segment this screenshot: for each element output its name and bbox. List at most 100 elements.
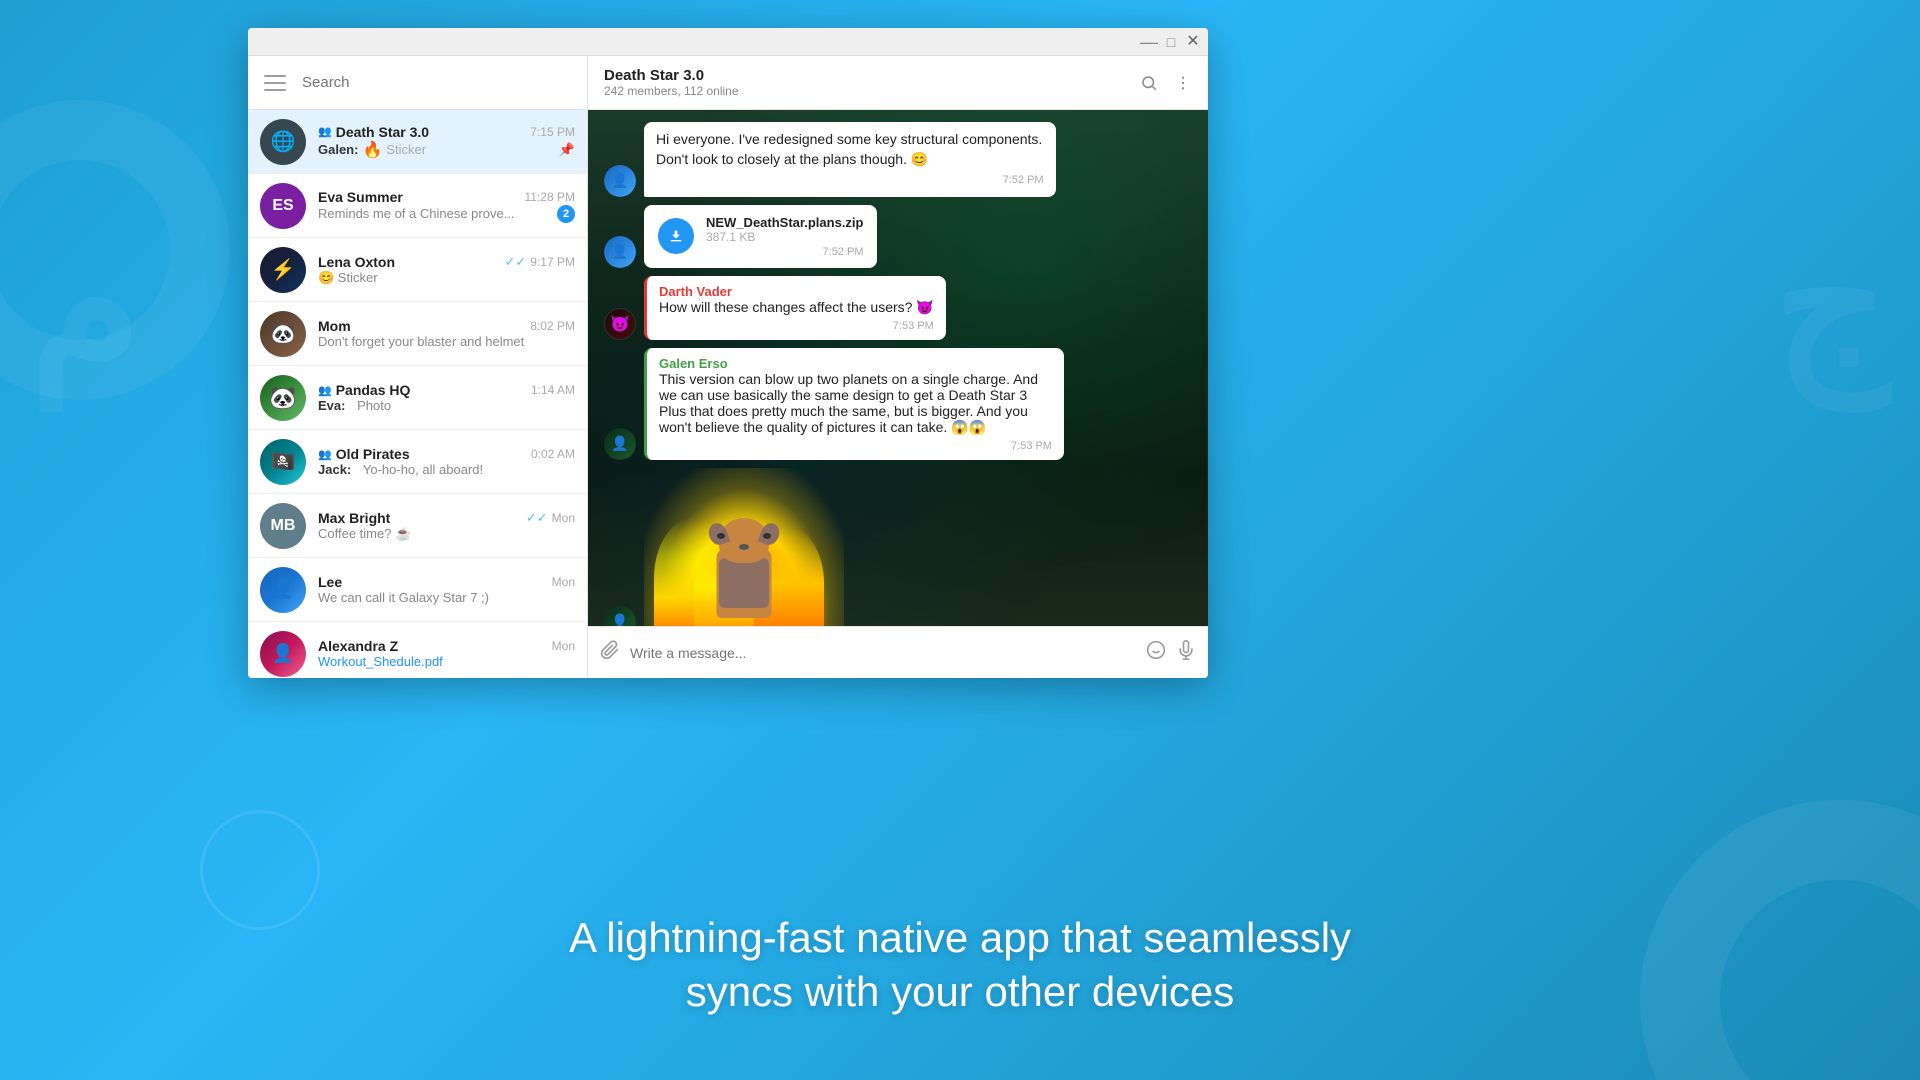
chat-item-alexandra-z[interactable]: 👤 Alexandra Z Mon Workout_Shedule.pdf xyxy=(248,622,587,678)
chat-name-lena-oxton: Lena Oxton xyxy=(318,254,395,270)
msg-row-galen: 👤 Galen Erso This version can blow up tw… xyxy=(604,348,1064,460)
chat-header-info: Death Star 3.0 242 members, 112 online xyxy=(604,67,739,98)
chat-name-mom: Mom xyxy=(318,318,351,334)
vader-text: How will these changes affect the users?… xyxy=(659,299,934,316)
chat-info-eva-summer: Eva Summer 11:28 PM Reminds me of a Chin… xyxy=(318,189,575,223)
msg-avatar-sticker: 👤 xyxy=(604,606,636,626)
chat-info-alexandra-z: Alexandra Z Mon Workout_Shedule.pdf xyxy=(318,638,575,669)
chat-item-death-star[interactable]: 🌐 👥 Death Star 3.0 7:15 PM Gal xyxy=(248,110,587,174)
chat-preview-mom: Don't forget your blaster and helmet xyxy=(318,334,575,349)
msg-bubble-1: Hi everyone. I've redesigned some key st… xyxy=(644,122,1056,197)
galen-time: 7:53 PM xyxy=(659,440,1052,452)
chat-time-death-star: 7:15 PM xyxy=(530,125,575,139)
sticker-area xyxy=(644,468,844,626)
chat-name-pandas-hq: 👥 Pandas HQ xyxy=(318,382,410,398)
msg-row-1: 👤 Hi everyone. I've redesigned some key … xyxy=(604,122,1192,197)
chat-header: Death Star 3.0 242 members, 112 online xyxy=(588,56,1208,110)
file-bubble: NEW_DeathStar.plans.zip 387.1 KB 7:52 PM xyxy=(644,205,877,268)
chat-time-max-bright: Mon xyxy=(552,511,575,525)
chat-members: 242 members, 112 online xyxy=(604,84,739,98)
vader-time: 7:53 PM xyxy=(659,320,934,332)
emoji-button[interactable] xyxy=(1146,640,1166,666)
msg-row-vader: 😈 Darth Vader How will these changes aff… xyxy=(604,276,946,340)
search-button[interactable] xyxy=(1140,74,1158,92)
attach-button[interactable] xyxy=(600,640,620,666)
chat-name-old-pirates: 👥 Old Pirates xyxy=(318,446,410,462)
msg-row-2: 👤 NEW_DeathStar.plans.zip 387.1 KB 7:52 … xyxy=(604,205,877,268)
chat-preview-lee: We can call it Galaxy Star 7 ;) xyxy=(318,590,575,605)
chat-name-alexandra-z: Alexandra Z xyxy=(318,638,398,654)
avatar-pandas-hq: 🐼 xyxy=(260,375,306,421)
file-size: 387.1 KB xyxy=(706,230,863,244)
menu-line-3 xyxy=(264,89,286,91)
chat-item-old-pirates[interactable]: 🏴‍☠️ 👥 Old Pirates 0:02 AM Jack: Yo-ho-h… xyxy=(248,430,587,494)
chat-info-pandas-hq: 👥 Pandas HQ 1:14 AM Eva: Photo xyxy=(318,382,575,413)
chat-preview-old-pirates: Jack: Yo-ho-ho, all aboard! xyxy=(318,462,575,477)
msg-time-1: 7:52 PM xyxy=(656,173,1044,188)
galen-name: Galen Erso xyxy=(659,356,1052,371)
chat-item-max-bright[interactable]: MB Max Bright ✓✓ Mon Coffee time? ☕ xyxy=(248,494,587,558)
msg-avatar-1: 👤 xyxy=(604,165,636,197)
avatar-mom: 🐼 xyxy=(260,311,306,357)
chat-area: Death Star 3.0 242 members, 112 online xyxy=(588,56,1208,678)
double-check-max: ✓✓ xyxy=(526,510,548,526)
avatar-death-star: 🌐 xyxy=(260,119,306,165)
galen-bubble: Galen Erso This version can blow up two … xyxy=(644,348,1064,460)
menu-line-1 xyxy=(264,75,286,77)
vader-name: Darth Vader xyxy=(659,284,934,299)
file-name: NEW_DeathStar.plans.zip xyxy=(706,215,863,230)
tagline-text: A lightning-fast native app that seamles… xyxy=(0,911,1920,1020)
double-check-lena: ✓✓ xyxy=(505,254,527,270)
chat-time-lee: Mon xyxy=(552,575,575,589)
chat-time-old-pirates: 0:02 AM xyxy=(531,447,575,461)
tagline: A lightning-fast native app that seamles… xyxy=(0,911,1920,1020)
msg-avatar-vader: 😈 xyxy=(604,308,636,340)
chat-name-death-star: 👥 Death Star 3.0 xyxy=(318,124,429,140)
msg-avatar-galen: 👤 xyxy=(604,428,636,460)
msg-row-sticker: 👤 xyxy=(604,468,844,626)
chat-item-eva-summer[interactable]: ES Eva Summer 11:28 PM Reminds me of a C… xyxy=(248,174,587,238)
chat-item-lena-oxton[interactable]: ⚡ Lena Oxton ✓✓ 9:17 PM 😊 Sticker xyxy=(248,238,587,302)
vader-bubble: Darth Vader How will these changes affec… xyxy=(644,276,946,340)
more-button[interactable] xyxy=(1174,74,1192,92)
chat-name-eva-summer: Eva Summer xyxy=(318,189,403,205)
menu-button[interactable] xyxy=(260,67,292,99)
chat-info-lena-oxton: Lena Oxton ✓✓ 9:17 PM 😊 Sticker xyxy=(318,254,575,286)
chat-list: 🌐 👥 Death Star 3.0 7:15 PM Gal xyxy=(248,110,587,678)
msg-avatar-2: 👤 xyxy=(604,236,636,268)
avatar-eva-summer: ES xyxy=(260,183,306,229)
pin-icon: 📌 xyxy=(559,142,575,158)
chat-preview-max-bright: Coffee time? ☕ xyxy=(318,526,575,542)
chat-time-pandas-hq: 1:14 AM xyxy=(531,383,575,397)
chat-info-old-pirates: 👥 Old Pirates 0:02 AM Jack: Yo-ho-ho, al… xyxy=(318,446,575,477)
title-bar: — □ ✕ xyxy=(248,28,1208,56)
file-info: NEW_DeathStar.plans.zip 387.1 KB 7:52 PM xyxy=(706,215,863,258)
chat-name-max-bright: Max Bright xyxy=(318,510,390,526)
chat-info-max-bright: Max Bright ✓✓ Mon Coffee time? ☕ xyxy=(318,510,575,542)
chat-preview-alexandra-z: Workout_Shedule.pdf xyxy=(318,654,575,669)
sidebar: 🌐 👥 Death Star 3.0 7:15 PM Gal xyxy=(248,56,588,678)
chat-info-death-star: 👥 Death Star 3.0 7:15 PM Galen: 🔥 Sticke… xyxy=(318,124,575,160)
chat-title: Death Star 3.0 xyxy=(604,67,739,84)
chat-item-mom[interactable]: 🐼 Mom 8:02 PM Don't forget your blaster … xyxy=(248,302,587,366)
chat-preview-death-star: Galen: 🔥 Sticker 📌 xyxy=(318,140,575,160)
chat-preview-lena-oxton: 😊 Sticker xyxy=(318,270,575,286)
download-button[interactable] xyxy=(658,218,694,254)
chat-time-mom: 8:02 PM xyxy=(530,319,575,333)
mic-button[interactable] xyxy=(1176,640,1196,666)
chat-info-lee: Lee Mon We can call it Galaxy Star 7 ;) xyxy=(318,574,575,605)
messages-container: 👤 Hi everyone. I've redesigned some key … xyxy=(588,110,1208,626)
close-button[interactable]: ✕ xyxy=(1186,35,1200,49)
message-input[interactable] xyxy=(630,645,1136,661)
chat-item-lee[interactable]: 👤 Lee Mon We can call it Galaxy Star 7 ;… xyxy=(248,558,587,622)
minimize-button[interactable]: — xyxy=(1142,35,1156,49)
maximize-button[interactable]: □ xyxy=(1164,35,1178,49)
file-time: 7:52 PM xyxy=(706,246,863,258)
unread-badge-eva: 2 xyxy=(557,205,575,223)
search-input[interactable] xyxy=(302,74,575,91)
chat-info-mom: Mom 8:02 PM Don't forget your blaster an… xyxy=(318,318,575,349)
app-window: — □ ✕ 🌐 xyxy=(248,28,1208,678)
avatar-lee: 👤 xyxy=(260,567,306,613)
avatar-lena-oxton: ⚡ xyxy=(260,247,306,293)
chat-item-pandas-hq[interactable]: 🐼 👥 Pandas HQ 1:14 AM Eva: Photo xyxy=(248,366,587,430)
